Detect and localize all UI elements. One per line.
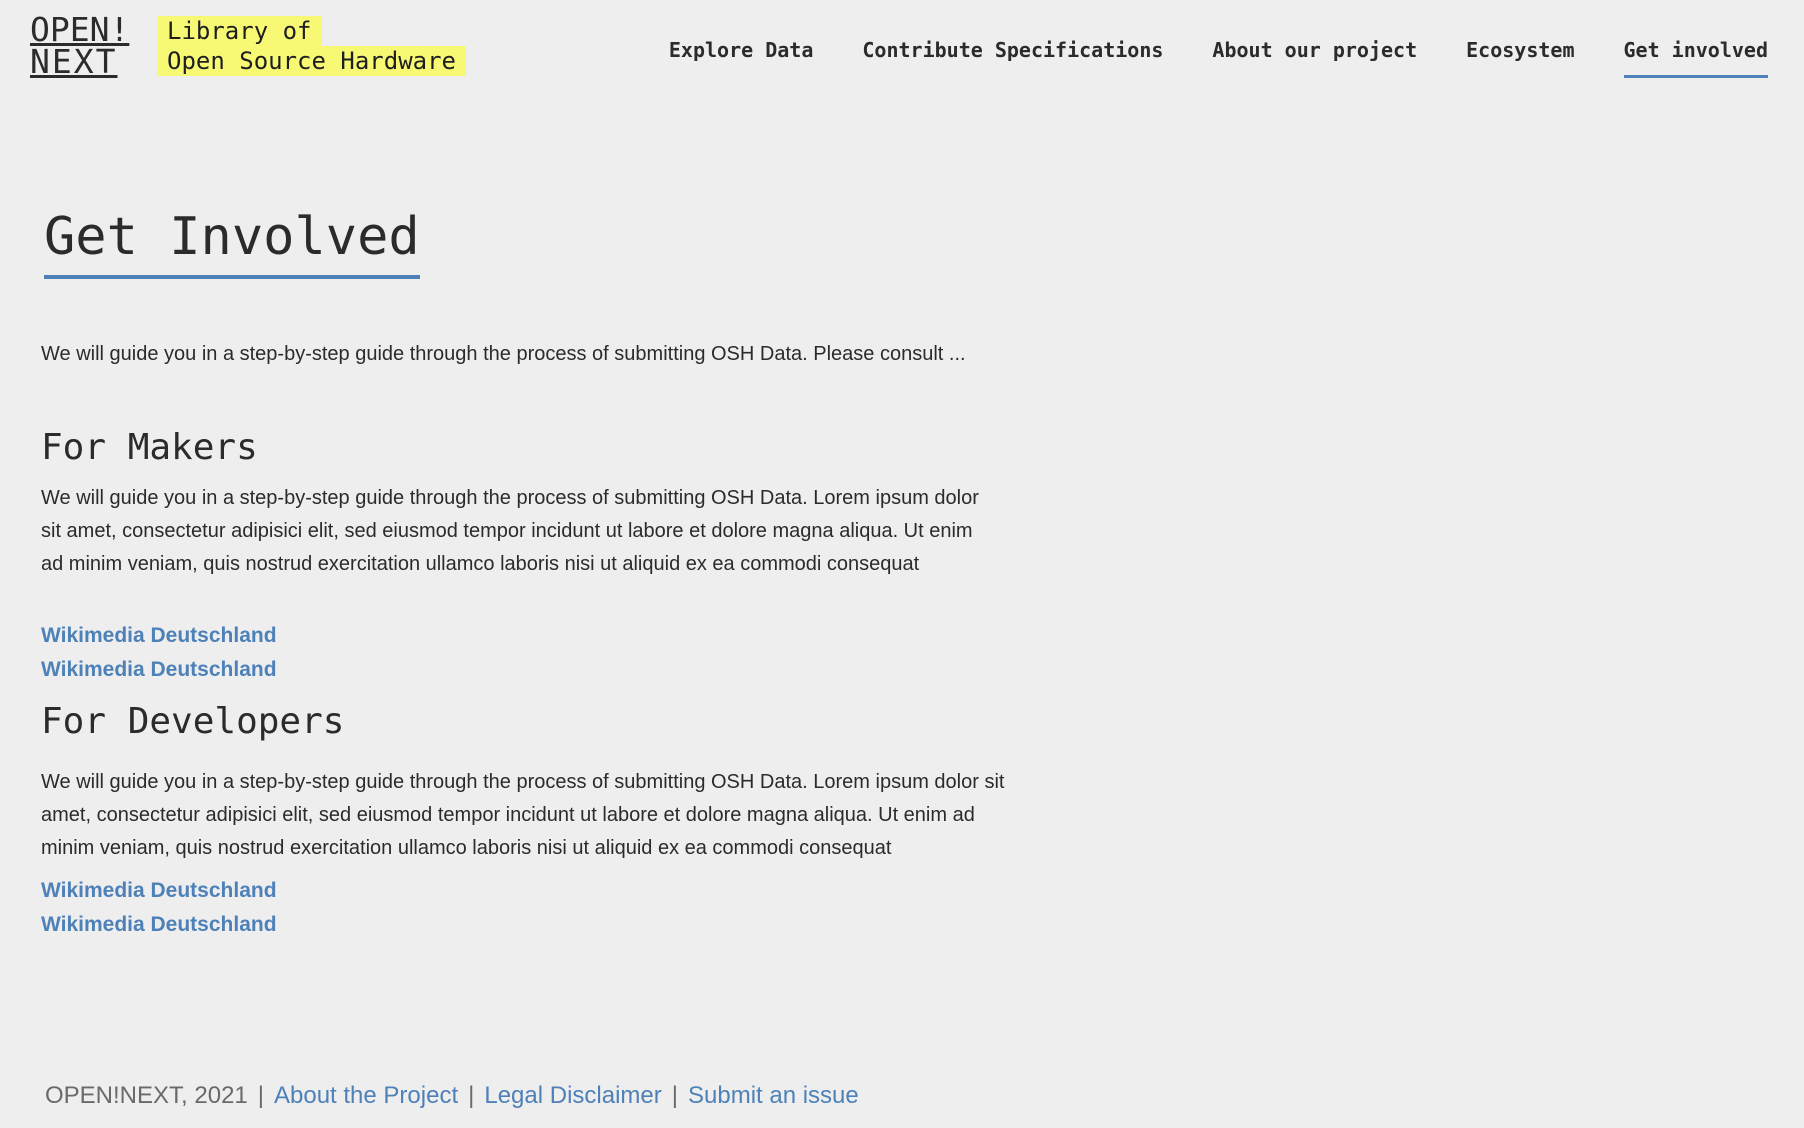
footer-separator: | xyxy=(257,1082,264,1109)
footer-link-about[interactable]: About the Project xyxy=(274,1082,458,1109)
developers-link-1[interactable]: Wikimedia Deutschland xyxy=(41,879,277,903)
nav-get-involved[interactable]: Get involved xyxy=(1623,38,1768,78)
page-title: Get Involved xyxy=(44,205,420,279)
section-title-developers: For Developers xyxy=(41,701,345,742)
developers-link-2[interactable]: Wikimedia Deutschland xyxy=(41,913,277,937)
logo-line-2: NEXT xyxy=(30,42,118,81)
nav-contribute-specifications[interactable]: Contribute Specifications xyxy=(862,38,1163,72)
section-body-makers: We will guide you in a step-by-step guid… xyxy=(41,487,979,575)
footer-separator: | xyxy=(671,1082,678,1109)
intro-text: We will guide you in a step-by-step guid… xyxy=(41,343,966,365)
site-footer: OPEN!NEXT, 2021 | About the Project | Legal … xyxy=(45,1081,859,1111)
section-title-makers: For Makers xyxy=(41,427,258,468)
nav-ecosystem[interactable]: Ecosystem xyxy=(1466,38,1574,72)
makers-link-2[interactable]: Wikimedia Deutschland xyxy=(41,658,277,682)
main-navigation: Explore Data Contribute Specifications A… xyxy=(669,38,1768,78)
tagline-line-1: Library of xyxy=(157,16,322,46)
footer-link-submit-issue[interactable]: Submit an issue xyxy=(688,1082,859,1109)
site-tagline: Library of Open Source Hardware xyxy=(157,16,466,76)
footer-copyright: OPEN!NEXT, 2021 xyxy=(45,1082,248,1109)
makers-link-1[interactable]: Wikimedia Deutschland xyxy=(41,624,277,648)
tagline-line-2: Open Source Hardware xyxy=(157,46,466,76)
footer-separator: | xyxy=(468,1082,475,1109)
site-logo[interactable]: OPEN! NEXT xyxy=(30,13,130,81)
section-body-developers: We will guide you in a step-by-step guid… xyxy=(41,771,1005,859)
footer-link-legal[interactable]: Legal Disclaimer xyxy=(484,1082,661,1109)
nav-about-our-project[interactable]: About our project xyxy=(1212,38,1417,72)
nav-explore-data[interactable]: Explore Data xyxy=(669,38,814,72)
site-header: OPEN! NEXT Library of Open Source Hardwa… xyxy=(0,0,1804,100)
